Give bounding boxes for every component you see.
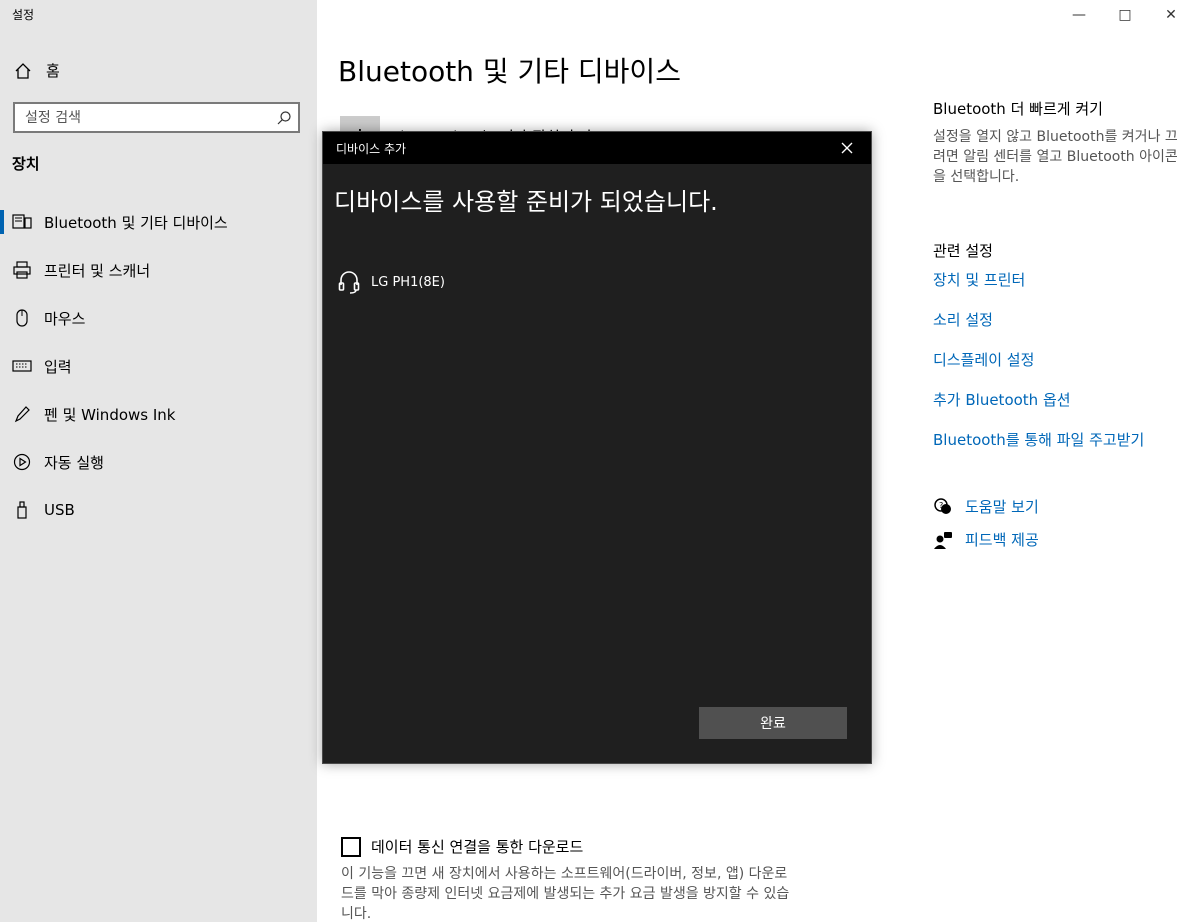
related-settings-title: 관련 설정 (933, 242, 993, 260)
metered-download-note: 이 기능을 끄면 새 장치에서 사용하는 소프트웨어(드라이버, 정보, 앱) … (341, 866, 790, 922)
printer-icon (12, 260, 32, 280)
link-display-settings[interactable]: 디스플레이 설정 (933, 349, 1144, 370)
sidebar-item-bluetooth[interactable]: Bluetooth 및 기타 디바이스 (0, 198, 317, 246)
related-settings: 관련 설정 장치 및 프린터 소리 설정 디스플레이 설정 추가 Bluetoo… (933, 240, 1144, 469)
page-title: Bluetooth 및 기타 디바이스 (338, 55, 681, 88)
app-title: 설정 (12, 8, 35, 22)
sidebar-item-label: Bluetooth 및 기타 디바이스 (44, 213, 228, 232)
help-section: ? 도움말 보기 피드백 제공 (933, 496, 1039, 562)
window-controls: — □ ✕ (1056, 0, 1194, 30)
quick-tip-desc: 설정을 열지 않고 Bluetooth를 켜거나 끄려면 알림 센터를 열고 B… (933, 129, 1178, 185)
search-box[interactable] (13, 102, 300, 133)
sidebar-item-printers[interactable]: 프린터 및 스캐너 (0, 246, 317, 294)
link-bluetooth-file-transfer[interactable]: Bluetooth를 통해 파일 주고받기 (933, 429, 1144, 450)
sidebar-item-label: 자동 실행 (44, 453, 104, 472)
get-help-link[interactable]: ? 도움말 보기 (933, 496, 1039, 517)
add-device-dialog: 디바이스 추가 디바이스를 사용할 준비가 되었습니다. LG PH1(8E) … (322, 131, 872, 764)
keyboard-icon (12, 356, 32, 376)
close-icon: ✕ (1165, 7, 1177, 23)
sidebar-item-label: 입력 (44, 357, 72, 376)
maximize-button[interactable]: □ (1102, 0, 1148, 30)
home-icon (15, 62, 31, 79)
home-nav[interactable]: 홈 (14, 60, 60, 81)
feedback-icon (933, 530, 953, 550)
sidebar-item-label: 프린터 및 스캐너 (44, 261, 151, 280)
give-feedback-link[interactable]: 피드백 제공 (933, 529, 1039, 550)
autoplay-icon (12, 452, 32, 472)
minimize-icon: — (1072, 7, 1086, 23)
device-name: LG PH1(8E) (371, 274, 445, 290)
device-list-item[interactable]: LG PH1(8E) (337, 268, 445, 296)
metered-download-option[interactable]: 데이터 통신 연결을 통한 다운로드 (341, 836, 583, 857)
link-sound-settings[interactable]: 소리 설정 (933, 309, 1144, 330)
bluetooth-devices-icon (12, 212, 32, 232)
close-button[interactable]: ✕ (1148, 0, 1194, 30)
quick-tip-title: Bluetooth 더 빠르게 켜기 (933, 100, 1103, 118)
sidebar-item-label: 마우스 (44, 309, 86, 328)
sidebar-item-typing[interactable]: 입력 (0, 342, 317, 390)
get-help-label: 도움말 보기 (965, 498, 1039, 516)
svg-text:?: ? (939, 501, 943, 510)
metered-download-label: 데이터 통신 연결을 통한 다운로드 (371, 838, 584, 856)
dialog-close-button[interactable] (831, 136, 863, 160)
help-chat-icon: ? (933, 497, 953, 517)
minimize-button[interactable]: — (1056, 0, 1102, 30)
sidebar-item-pen[interactable]: 펜 및 Windows Ink (0, 390, 317, 438)
maximize-icon: □ (1118, 7, 1132, 23)
sidebar-item-autoplay[interactable]: 자동 실행 (0, 438, 317, 486)
done-button[interactable]: 완료 (699, 707, 847, 739)
home-label: 홈 (46, 62, 60, 80)
search-icon[interactable] (276, 110, 292, 126)
mouse-icon (12, 308, 32, 328)
usb-icon (12, 500, 32, 520)
close-icon (841, 142, 853, 154)
sidebar-item-label: USB (44, 501, 75, 519)
dialog-titlebar: 디바이스 추가 (323, 132, 871, 164)
sidebar: 설정 홈 장치 Bluetooth 및 기타 디바이스 프린터 및 스캐너 (0, 0, 317, 922)
sidebar-nav: Bluetooth 및 기타 디바이스 프린터 및 스캐너 마우스 입력 펜 및… (0, 198, 317, 534)
pen-icon (12, 404, 32, 424)
headset-icon (337, 268, 361, 296)
link-devices-printers[interactable]: 장치 및 프린터 (933, 269, 1144, 290)
dialog-heading: 디바이스를 사용할 준비가 되었습니다. (334, 188, 718, 216)
sidebar-item-usb[interactable]: USB (0, 486, 317, 534)
search-input[interactable] (15, 104, 265, 131)
sidebar-item-label: 펜 및 Windows Ink (44, 405, 176, 424)
section-title: 장치 (12, 155, 40, 173)
sidebar-item-mouse[interactable]: 마우스 (0, 294, 317, 342)
metered-download-checkbox[interactable] (341, 836, 361, 857)
dialog-title: 디바이스 추가 (336, 141, 407, 156)
give-feedback-label: 피드백 제공 (965, 531, 1039, 549)
link-more-bluetooth-options[interactable]: 추가 Bluetooth 옵션 (933, 389, 1144, 410)
quick-tip: Bluetooth 더 빠르게 켜기 설정을 열지 않고 Bluetooth를 … (933, 98, 1183, 187)
